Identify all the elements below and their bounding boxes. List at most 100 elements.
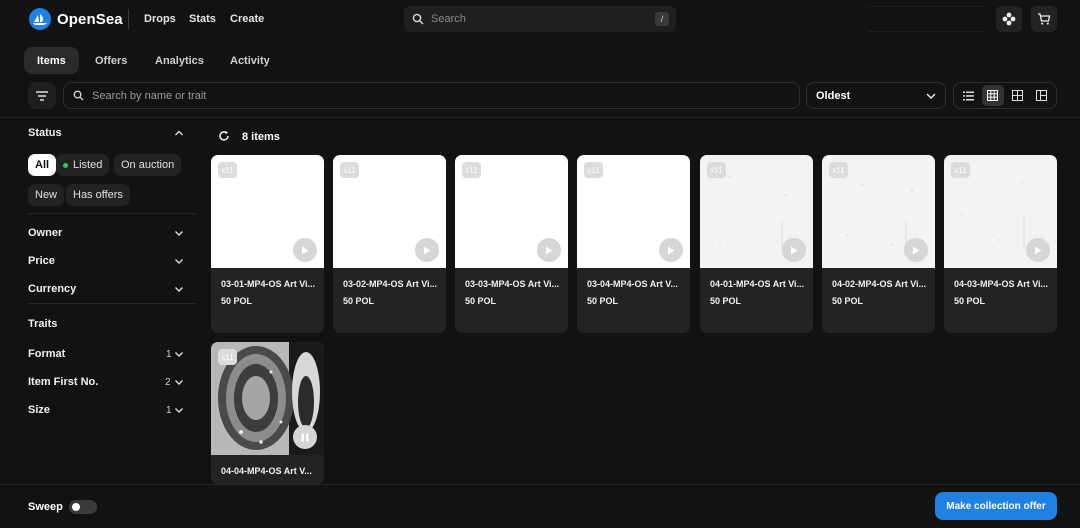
chevron-up-icon[interactable] [174,128,184,138]
item-card[interactable]: x11 03-02-MP4-OS Art Vi... 50 POL [333,155,446,333]
trait-item-first-no-count: 2 [165,377,171,388]
search-icon [73,90,84,101]
play-button[interactable] [904,238,928,262]
play-button[interactable] [293,238,317,262]
item-card[interactable]: x11 04-03-MP4-OS Art Vi... 50 POL [944,155,1057,333]
cart-button[interactable] [1031,6,1057,32]
view-list-button[interactable] [957,85,979,106]
pause-button[interactable] [293,425,317,449]
item-price: 50 POL [832,296,864,306]
status-chip-listed[interactable]: Listed [56,154,110,176]
chevron-down-icon[interactable] [174,228,184,238]
status-chip-all[interactable]: All [28,154,57,176]
item-card[interactable]: x11 03-04-MP4-OS Art V... 50 POL [577,155,690,333]
play-icon [1035,246,1042,254]
play-button[interactable] [537,238,561,262]
status-chip-has-offers[interactable]: Has offers [66,184,130,206]
make-collection-offer-button[interactable]: Make collection offer [935,492,1057,520]
edition-badge: x11 [218,349,237,365]
trait-item-first-no[interactable]: Item First No. [28,376,98,388]
view-grid-large-button[interactable] [1006,85,1028,106]
play-icon [913,246,920,254]
play-icon [424,246,431,254]
item-name: 04-03-MP4-OS Art Vi... [954,279,1049,289]
view-mode-group [953,82,1057,109]
search-shortcut-key: / [655,12,669,26]
sidebar-divider [28,213,196,214]
sweep-toggle[interactable] [69,500,97,514]
global-search-placeholder: Search [431,13,466,25]
trait-size[interactable]: Size [28,404,50,416]
sort-select[interactable]: Oldest [806,82,946,109]
item-name: 03-04-MP4-OS Art V... [587,279,678,289]
status-chip-new[interactable]: New [28,184,65,206]
global-search-input[interactable]: Search / [404,6,676,32]
view-split-button[interactable] [1031,85,1053,106]
edition-badge: x11 [218,162,237,178]
play-icon [302,246,309,254]
sweep-toggle-knob [72,503,80,511]
filter-owner[interactable]: Owner [28,227,62,239]
brand-name: OpenSea [57,10,123,28]
tab-analytics[interactable]: Analytics [142,47,217,74]
view-grid-small-button[interactable] [981,85,1004,106]
top-nav: OpenSea Drops Stats Create Search / [0,0,1080,38]
item-card[interactable]: x11 03-03-MP4-OS Art Vi... 50 POL [455,155,568,333]
chevron-down-icon[interactable] [174,377,184,387]
tab-items[interactable]: Items [24,47,79,74]
items-search-placeholder: Search by name or trait [92,89,207,102]
play-icon [668,246,675,254]
settings-flower-icon [1002,12,1016,26]
filter-currency[interactable]: Currency [28,283,76,295]
cart-icon [1038,13,1051,25]
wallet-area [868,6,986,32]
item-price: 50 POL [587,296,619,306]
edition-badge: x11 [707,162,726,178]
grid-small-icon [987,90,999,101]
chevron-down-icon[interactable] [174,349,184,359]
list-icon [962,91,974,100]
search-icon [412,13,424,25]
item-name: 04-02-MP4-OS Art Vi... [832,279,927,289]
item-card[interactable]: x11 04-02-MP4-OS Art Vi... 50 POL [822,155,935,333]
nav-link-stats[interactable]: Stats [189,13,216,25]
bottom-action-bar: Sweep Make collection offer [0,484,1080,528]
items-search-input[interactable]: Search by name or trait [63,82,800,109]
pause-icon [301,433,309,441]
item-card[interactable]: x11 04-01-MP4-OS Art Vi... 50 POL [700,155,813,333]
tab-offers[interactable]: Offers [82,47,140,74]
nav-link-create[interactable]: Create [230,13,264,25]
status-chip-on-auction[interactable]: On auction [114,154,182,176]
play-button[interactable] [415,238,439,262]
tab-activity[interactable]: Activity [217,47,283,74]
chevron-down-icon[interactable] [174,256,184,266]
edition-badge: x11 [340,162,359,178]
toolbar-divider [0,117,1080,118]
traits-heading: Traits [28,318,58,330]
item-price: 50 POL [710,296,742,306]
status-chip-new-label: New [35,189,58,201]
item-name: 03-01-MP4-OS Art Vi... [221,279,316,289]
filter-price[interactable]: Price [28,255,55,267]
play-button[interactable] [782,238,806,262]
status-chip-on-auction-label: On auction [121,159,175,171]
nav-link-drops[interactable]: Drops [144,13,176,25]
chevron-down-icon[interactable] [174,405,184,415]
filter-toggle-button[interactable] [28,82,56,109]
status-chip-has-offers-label: Has offers [73,189,123,201]
nav-divider [128,9,129,29]
edition-badge: x11 [584,162,603,178]
status-heading[interactable]: Status [28,127,62,139]
item-name: 04-04-MP4-OS Art V... [221,466,312,476]
play-button[interactable] [659,238,683,262]
play-button[interactable] [1026,238,1050,262]
edition-badge: x11 [829,162,848,178]
item-card[interactable]: x11 03-01-MP4-OS Art Vi... 50 POL [211,155,324,333]
refresh-icon[interactable] [218,130,230,142]
chevron-down-icon[interactable] [174,284,184,294]
opensea-logo[interactable]: OpenSea [29,8,123,30]
item-name: 03-02-MP4-OS Art Vi... [343,279,438,289]
trait-format[interactable]: Format [28,348,65,360]
item-card[interactable]: x11 04-04-MP4-OS Art V... [211,342,324,484]
settings-button[interactable] [996,6,1022,32]
